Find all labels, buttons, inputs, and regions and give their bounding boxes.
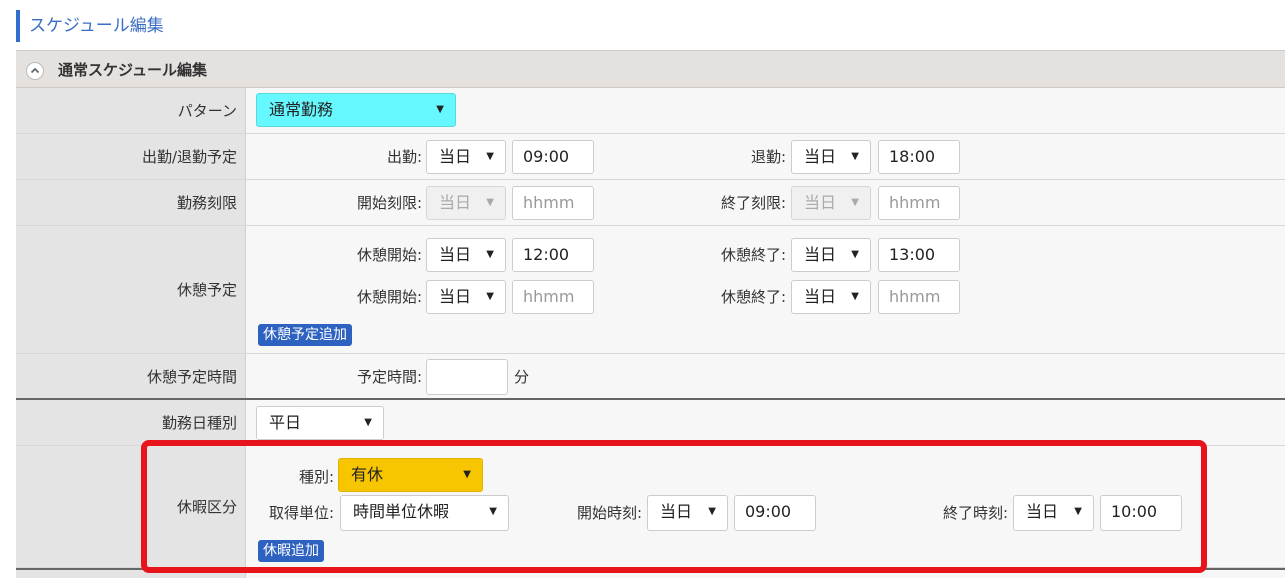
leave-start-day-select[interactable]: 当日 ▼ bbox=[647, 495, 728, 531]
dropdown-arrow-icon: ▼ bbox=[489, 506, 497, 517]
dropdown-arrow-icon: ▼ bbox=[486, 151, 494, 162]
break-end-day-select[interactable]: 当日 ▼ bbox=[791, 280, 871, 314]
break-start-day-select[interactable]: 当日 ▼ bbox=[426, 280, 506, 314]
break-start-input[interactable]: 12:00 bbox=[512, 238, 594, 272]
pattern-select[interactable]: 通常勤務 ▼ bbox=[256, 93, 456, 127]
row-label: 勤務日種別 bbox=[16, 400, 246, 445]
start-limit-day-select: 当日 ▼ bbox=[426, 186, 506, 220]
start-limit-input[interactable]: hhmm bbox=[512, 186, 594, 220]
row-day-type: 勤務日種別 平日 ▼ bbox=[16, 400, 1285, 446]
dropdown-arrow-icon: ▼ bbox=[486, 197, 494, 208]
dropdown-arrow-icon: ▼ bbox=[851, 249, 859, 260]
break-start-label: 休憩開始: bbox=[356, 288, 422, 306]
end-day-select[interactable]: 当日 ▼ bbox=[791, 140, 871, 174]
dropdown-arrow-icon: ▼ bbox=[708, 506, 716, 517]
break-end-label: 休憩終了: bbox=[720, 288, 786, 306]
row-label: 出勤/退勤予定 bbox=[16, 134, 246, 179]
section-title: 通常スケジュール編集 bbox=[58, 61, 207, 79]
add-leave-button[interactable]: 休暇追加 bbox=[258, 540, 324, 562]
row-label: 休暇区分 bbox=[16, 446, 246, 567]
leave-start-label: 開始時刻: bbox=[576, 504, 642, 522]
section-header[interactable]: 通常スケジュール編集 bbox=[16, 50, 1285, 88]
break-end-input[interactable]: hhmm bbox=[878, 280, 960, 314]
row-next bbox=[16, 568, 1285, 578]
leave-end-label: 終了時刻: bbox=[942, 504, 1008, 522]
end-label: 退勤: bbox=[750, 148, 786, 166]
dropdown-arrow-icon: ▼ bbox=[851, 291, 859, 302]
row-label: 休憩予定 bbox=[16, 226, 246, 353]
dropdown-arrow-icon: ▼ bbox=[486, 291, 494, 302]
dropdown-arrow-icon: ▼ bbox=[851, 151, 859, 162]
start-day-select[interactable]: 当日 ▼ bbox=[426, 140, 506, 174]
start-time-input[interactable]: 09:00 bbox=[512, 140, 594, 174]
dropdown-arrow-icon: ▼ bbox=[436, 104, 444, 115]
break-end-day-select[interactable]: 当日 ▼ bbox=[791, 238, 871, 272]
leave-type-select[interactable]: 有休 ▼ bbox=[338, 458, 483, 492]
dropdown-arrow-icon: ▼ bbox=[851, 197, 859, 208]
break-end-label: 休憩終了: bbox=[720, 246, 786, 264]
leave-end-input[interactable]: 10:00 bbox=[1100, 495, 1182, 531]
dropdown-arrow-icon: ▼ bbox=[486, 249, 494, 260]
chevron-up-icon[interactable] bbox=[26, 62, 44, 80]
break-time-label: 予定時間: bbox=[356, 368, 422, 386]
row-pattern: パターン 通常勤務 ▼ bbox=[16, 88, 1285, 134]
row-break: 休憩予定 休憩開始: 当日 ▼ 12:00 休憩終了: 当日 ▼ 13:00 休憩開… bbox=[16, 226, 1285, 354]
row-label: 勤務刻限 bbox=[16, 180, 246, 225]
break-time-input[interactable] bbox=[426, 359, 508, 395]
dropdown-arrow-icon: ▼ bbox=[364, 417, 372, 428]
day-type-select[interactable]: 平日 ▼ bbox=[256, 406, 384, 440]
dropdown-arrow-icon: ▼ bbox=[1074, 506, 1082, 517]
row-leave: 休暇区分 種別: 有休 ▼ 取得単位: 時間単位休暇 ▼ 開始時刻: 当日 ▼ 09:… bbox=[16, 446, 1285, 568]
row-attendance: 出勤/退勤予定 出勤: 当日 ▼ 09:00 退勤: 当日 ▼ 18:00 bbox=[16, 134, 1285, 180]
leave-unit-label: 取得単位: bbox=[268, 504, 334, 522]
start-label: 出勤: bbox=[386, 148, 422, 166]
end-time-input[interactable]: 18:00 bbox=[878, 140, 960, 174]
add-break-button[interactable]: 休憩予定追加 bbox=[258, 324, 352, 346]
leave-type-label: 種別: bbox=[298, 468, 334, 486]
start-limit-label: 開始刻限: bbox=[356, 194, 422, 212]
leave-start-input[interactable]: 09:00 bbox=[734, 495, 816, 531]
row-break-time: 休憩予定時間 予定時間: 分 bbox=[16, 354, 1285, 400]
end-limit-day-select: 当日 ▼ bbox=[791, 186, 871, 220]
page-title: スケジュール編集 bbox=[16, 10, 164, 42]
end-limit-input[interactable]: hhmm bbox=[878, 186, 960, 220]
break-end-input[interactable]: 13:00 bbox=[878, 238, 960, 272]
end-limit-label: 終了刻限: bbox=[720, 194, 786, 212]
break-start-day-select[interactable]: 当日 ▼ bbox=[426, 238, 506, 272]
row-label: パターン bbox=[16, 88, 246, 133]
leave-unit-select[interactable]: 時間単位休暇 ▼ bbox=[340, 495, 509, 531]
leave-end-day-select[interactable]: 当日 ▼ bbox=[1013, 495, 1094, 531]
break-start-label: 休憩開始: bbox=[356, 246, 422, 264]
minutes-unit: 分 bbox=[514, 368, 530, 386]
dropdown-arrow-icon: ▼ bbox=[463, 469, 471, 480]
break-start-input[interactable]: hhmm bbox=[512, 280, 594, 314]
row-label: 休憩予定時間 bbox=[16, 354, 246, 398]
row-limit: 勤務刻限 開始刻限: 当日 ▼ hhmm 終了刻限: 当日 ▼ hhmm bbox=[16, 180, 1285, 226]
